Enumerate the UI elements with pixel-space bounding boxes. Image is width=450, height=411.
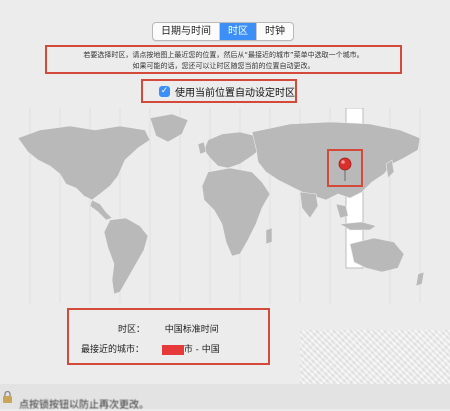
timezone-row: 时区： 中国标准时间 — [118, 322, 219, 335]
timezone-value: 中国标准时间 — [164, 325, 219, 335]
closest-city-label: 最接近的城市： — [81, 345, 145, 355]
lock-icon[interactable] — [2, 391, 13, 403]
tab-bar: 日期与时间 时区 时钟 — [152, 22, 294, 41]
redacted-city — [161, 344, 184, 355]
auto-timezone-checkbox[interactable]: ✓ — [159, 85, 170, 97]
auto-timezone-option[interactable]: ✓ 使用当前位置自动设定时区 — [141, 79, 297, 103]
world-map[interactable] — [0, 108, 450, 303]
tab-timezone[interactable]: 时区 — [220, 23, 257, 40]
auto-timezone-label: 使用当前位置自动设定时区 — [175, 87, 295, 99]
timezone-label: 时区： — [118, 325, 146, 335]
hint-line-1: 若要选择时区，请点按地图上最近您的位置，然后从“最接近的城市”菜单中选取一个城市… — [83, 51, 364, 59]
closest-city-row: 最接近的城市： 市 - 中国 — [81, 342, 220, 355]
tab-date-time[interactable]: 日期与时间 — [153, 23, 220, 40]
hint-line-2: 如果可能的话，您还可以让时区随您当前的位置自动更改。 — [132, 62, 315, 70]
timezone-info: 时区： 中国标准时间 最接近的城市： 市 - 中国 — [67, 308, 270, 365]
timezone-hint: 若要选择时区，请点按地图上最近您的位置，然后从“最接近的城市”菜单中选取一个城市… — [45, 45, 402, 74]
tab-clock[interactable]: 时钟 — [257, 23, 293, 40]
closest-city-suffix[interactable]: 市 - 中国 — [184, 345, 220, 355]
